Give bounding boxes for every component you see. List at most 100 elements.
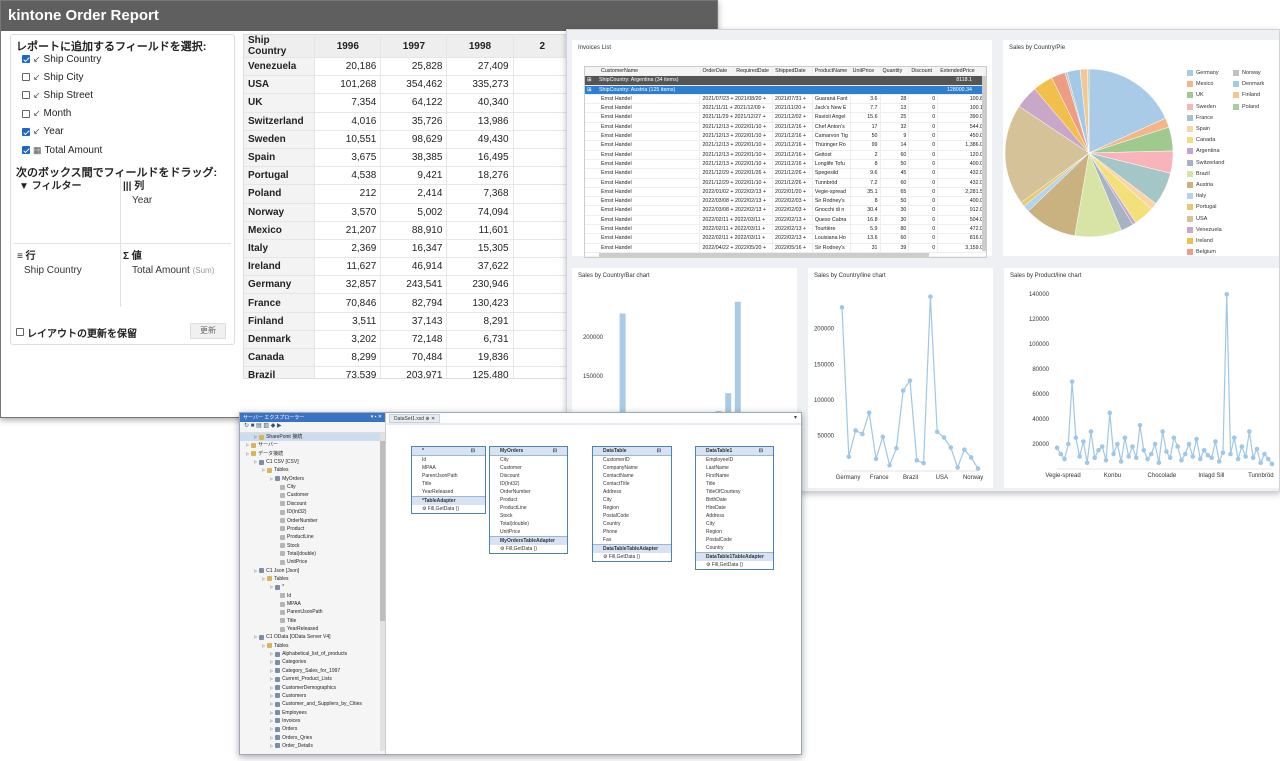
- pivot-row-header[interactable]: UK: [244, 93, 316, 113]
- data-point[interactable]: [907, 378, 913, 383]
- datatable-column[interactable]: CustomerID: [593, 456, 671, 464]
- tree-node[interactable]: ▷ Tables: [262, 466, 289, 474]
- tree-node[interactable]: OrderNumber: [278, 517, 318, 525]
- grid-data-row[interactable]: Ernst Handel 2022/03/08 + 2022/02/13 +202…: [585, 206, 986, 216]
- data-point[interactable]: [934, 429, 940, 435]
- pivot-row-header[interactable]: Ireland: [244, 257, 316, 277]
- data-point[interactable]: [1141, 447, 1147, 453]
- expand-icon[interactable]: ⊞: [585, 86, 597, 94]
- data-point[interactable]: [914, 458, 920, 463]
- expand-arrow-icon[interactable]: ▷: [262, 575, 265, 583]
- expand-arrow-icon[interactable]: ▷: [270, 742, 273, 750]
- grid-column-header[interactable]: UnitPrice: [851, 67, 881, 76]
- tree-node[interactable]: ▷ Tables: [262, 575, 289, 583]
- datatable-column[interactable]: Country: [593, 520, 671, 528]
- pivot-row-header[interactable]: Norway: [244, 203, 316, 222]
- data-point[interactable]: [1069, 379, 1075, 384]
- data-point[interactable]: [1186, 441, 1192, 447]
- data-point[interactable]: [1175, 444, 1181, 449]
- tree-node[interactable]: ID(Int32): [278, 508, 306, 516]
- values-field-total-amount[interactable]: Total Amount (Sum): [132, 265, 214, 276]
- data-point[interactable]: [1107, 410, 1113, 416]
- data-point[interactable]: [1137, 423, 1143, 428]
- datatable-column[interactable]: Id: [412, 456, 485, 464]
- field-ship-city[interactable]: ↙ Ship City: [22, 70, 84, 84]
- data-point[interactable]: [1058, 451, 1064, 457]
- grid-hscroll[interactable]: [599, 253, 929, 257]
- pivot-column-header[interactable]: 2: [513, 35, 572, 58]
- expand-arrow-icon[interactable]: ▷: [270, 583, 273, 591]
- data-point[interactable]: [1077, 454, 1082, 459]
- tree-node[interactable]: Total(double): [278, 550, 316, 558]
- tree-node[interactable]: ▷ Order_Details: [270, 742, 313, 750]
- pivot-row-header[interactable]: Portugal: [244, 166, 316, 186]
- data-point[interactable]: [1073, 435, 1079, 441]
- data-point[interactable]: [1224, 291, 1230, 297]
- data-point[interactable]: [1258, 460, 1263, 466]
- datatable-column[interactable]: ID(Int32): [490, 480, 567, 488]
- data-point[interactable]: [1054, 445, 1060, 451]
- tree-node[interactable]: ▷ CustomerDemographics: [270, 684, 336, 692]
- data-point[interactable]: [1250, 455, 1256, 461]
- data-point[interactable]: [1179, 457, 1184, 463]
- datatable-box[interactable]: * ⊡ Id MPAA ParentJsonPath Title YearReleased *…: [411, 446, 486, 514]
- expand-arrow-icon[interactable]: ▷: [270, 700, 273, 708]
- tree-node[interactable]: ▷ Categories: [270, 658, 306, 666]
- data-point[interactable]: [1220, 450, 1226, 456]
- data-point[interactable]: [1066, 441, 1071, 447]
- data-point[interactable]: [866, 410, 872, 415]
- data-point[interactable]: [1171, 435, 1177, 441]
- tree-node[interactable]: City: [278, 483, 296, 491]
- datatable-column[interactable]: PostalCode: [696, 536, 773, 544]
- data-point[interactable]: [1235, 456, 1241, 462]
- data-point[interactable]: [962, 447, 967, 452]
- data-point[interactable]: [1103, 457, 1109, 463]
- tree-node[interactable]: ▷ C1 CSV [CSV]: [254, 458, 299, 466]
- data-point[interactable]: [1265, 456, 1271, 462]
- table-adapter-header[interactable]: DataTableTableAdapter: [593, 544, 671, 553]
- pivot-column-header[interactable]: 1997: [380, 35, 448, 58]
- pivot-row-header[interactable]: Canada: [244, 348, 316, 368]
- data-point[interactable]: [1182, 451, 1188, 457]
- grid-column-header[interactable]: Discount: [909, 67, 939, 76]
- grid-data-row[interactable]: Ernst Handel 2022/04/22 + 2022/05/20 +202…: [585, 243, 986, 253]
- field-year[interactable]: ↙ Year: [22, 125, 64, 139]
- expand-arrow-icon[interactable]: ▷: [254, 567, 257, 575]
- data-point[interactable]: [1115, 441, 1120, 447]
- field-ship-country[interactable]: ↙ Ship Country: [22, 52, 101, 66]
- tree-node[interactable]: YearReleased: [278, 625, 318, 633]
- datatable-column[interactable]: TitleOfCourtesy: [696, 488, 773, 496]
- data-point[interactable]: [1190, 454, 1196, 459]
- grid-data-row[interactable]: Ernst Handel 2021/12/29 + 2022/01/10 +202…: [585, 178, 986, 188]
- expand-arrow-icon[interactable]: ▷: [262, 642, 265, 650]
- pivot-row-header[interactable]: Italy: [244, 239, 316, 259]
- datatable-column[interactable]: City: [490, 456, 567, 464]
- datatable-column[interactable]: ContactName: [593, 472, 671, 480]
- grid-column-header[interactable]: CustomerName: [599, 67, 701, 76]
- pivot-row-header[interactable]: Sweden: [244, 130, 316, 149]
- data-point[interactable]: [1096, 447, 1101, 453]
- grid-column-header[interactable]: ExtendedPrice: [938, 67, 986, 76]
- tree-node[interactable]: ▷ Category_Sales_for_1997: [270, 667, 340, 675]
- datatable-column[interactable]: Fax: [593, 536, 671, 544]
- pivot-row-header[interactable]: Finland: [244, 312, 316, 331]
- checkbox-checked-icon[interactable]: [22, 127, 30, 136]
- datatable-column[interactable]: ContactTitle: [593, 480, 671, 488]
- expand-icon[interactable]: ⊞: [585, 76, 597, 84]
- expand-arrow-icon[interactable]: ▷: [270, 684, 273, 692]
- grid-column-header[interactable]: ShippedDate: [773, 67, 813, 76]
- data-point[interactable]: [1262, 451, 1267, 457]
- data-point[interactable]: [975, 466, 981, 471]
- close-icon[interactable]: ✕: [431, 416, 435, 422]
- grid-column-header[interactable]: ProductName: [813, 67, 851, 76]
- data-point[interactable]: [1254, 446, 1260, 452]
- data-point[interactable]: [894, 445, 899, 451]
- sharepoint-icon[interactable]: ▶: [277, 423, 282, 429]
- checkbox-checked-icon[interactable]: [22, 146, 30, 154]
- data-point[interactable]: [1152, 441, 1158, 447]
- grid-data-row[interactable]: Ernst Handel 2022/02/11 + 2022/03/11 +202…: [585, 225, 986, 235]
- data-point[interactable]: [921, 460, 926, 466]
- data-point[interactable]: [1228, 451, 1233, 457]
- pivot-column-header[interactable]: 1998: [446, 35, 514, 58]
- grid-data-row[interactable]: Ernst Handel 2021/12/13 + 2022/01/10 +202…: [585, 132, 986, 142]
